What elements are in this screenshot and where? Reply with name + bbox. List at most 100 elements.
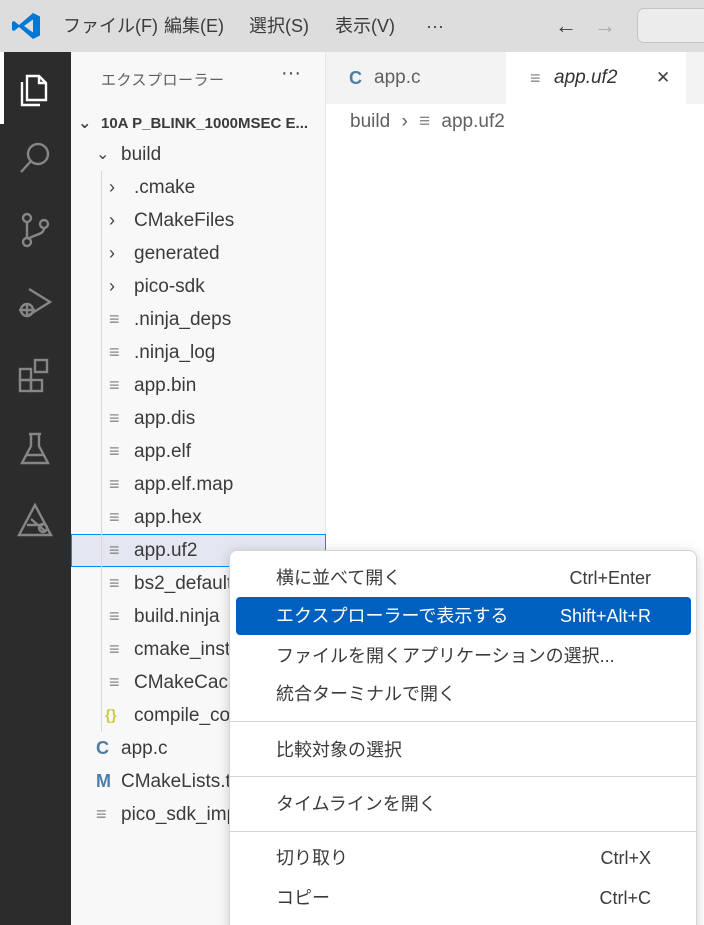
extensions-icon[interactable] <box>13 352 57 396</box>
search-icon[interactable] <box>13 136 57 180</box>
chevron-down-icon: ⌄ <box>96 146 110 163</box>
context-menu-shortcut: Ctrl+X <box>600 848 651 868</box>
testing-icon[interactable] <box>13 426 57 470</box>
tree-item[interactable]: ≡ .ninja_log <box>71 336 326 369</box>
context-menu-item[interactable]: 比較対象の選択 <box>236 731 691 769</box>
context-menu-item[interactable]: ファイルを開くアプリケーションの選択... <box>236 637 691 675</box>
tree-item-label: build.ninja <box>134 606 220 627</box>
file-icon: ≡ <box>109 540 120 560</box>
c-file-icon: C <box>96 738 109 758</box>
tree-item-label: compile_co <box>134 705 231 726</box>
context-menu-item-label: 統合ターミナルで開く <box>276 684 456 704</box>
breadcrumb-file[interactable]: app.uf2 <box>441 111 504 132</box>
context-menu-separator <box>230 776 696 777</box>
explorer-icon[interactable] <box>13 66 57 110</box>
file-icon: ≡ <box>419 111 431 132</box>
tree-item[interactable]: › generated <box>71 237 326 270</box>
file-icon: ≡ <box>109 342 120 362</box>
tree-item[interactable]: ⌄ build <box>71 138 326 171</box>
file-icon: ≡ <box>96 804 107 824</box>
context-menu-item[interactable]: エクスプローラーで表示する Shift+Alt+R <box>236 597 691 635</box>
file-icon: ≡ <box>109 507 120 527</box>
file-icon: ≡ <box>109 408 120 428</box>
tree-item[interactable]: › CMakeFiles <box>71 204 326 237</box>
tree-item[interactable]: ≡ app.bin <box>71 369 326 402</box>
file-icon: ≡ <box>109 573 120 593</box>
file-icon: ≡ <box>109 606 120 626</box>
tree-item-label: app.uf2 <box>134 540 198 561</box>
tree-item-label: CMakeFiles <box>134 210 235 231</box>
tree-item-label: app.elf.map <box>134 474 234 495</box>
menu-file[interactable]: ファイル(F) <box>63 0 158 52</box>
tree-item[interactable]: ≡ app.elf.map <box>71 468 326 501</box>
c-file-icon: C <box>349 68 362 88</box>
tree-item-label: cmake_insta <box>134 639 241 660</box>
tree-item-label: generated <box>134 243 220 264</box>
tree-item-label: app.c <box>121 738 168 759</box>
tab-label: app.uf2 <box>554 67 618 88</box>
context-menu-item-label: 横に並べて開く <box>276 568 402 588</box>
source-control-icon[interactable] <box>13 208 57 252</box>
context-menu-item-label: 切り取り <box>276 848 348 868</box>
menu-view[interactable]: 表示(V) <box>335 0 395 52</box>
vscode-logo-icon[interactable] <box>10 10 42 42</box>
tab-app-uf2[interactable]: ≡ app.uf2 ✕ <box>506 52 686 104</box>
file-icon: ≡ <box>109 309 120 329</box>
run-debug-icon[interactable] <box>13 280 57 324</box>
chevron-right-icon: › <box>109 243 115 263</box>
chevron-right-icon: › <box>109 177 115 197</box>
tab-label: app.c <box>374 67 421 88</box>
file-icon: ≡ <box>109 375 120 395</box>
tree-item[interactable]: › .cmake <box>71 171 326 204</box>
tree-item-label: app.elf <box>134 441 192 462</box>
context-menu-item-label: コピー <box>276 888 330 908</box>
close-icon[interactable]: ✕ <box>656 52 670 104</box>
tree-item-label: app.hex <box>134 507 202 528</box>
editor-tabs: C app.c ≡ app.uf2 ✕ <box>326 52 704 104</box>
tree-item[interactable]: ≡ .ninja_deps <box>71 303 326 336</box>
workspace-root-label: 10A P_BLINK_1000MSEC E... <box>101 115 309 132</box>
context-menu-item[interactable]: コピー Ctrl+C <box>236 879 691 917</box>
context-menu-item-label: タイムラインを開く <box>276 794 437 814</box>
indent-guide <box>101 171 102 732</box>
breadcrumb-folder[interactable]: build <box>350 111 390 132</box>
tree-item-label: .cmake <box>134 177 196 198</box>
explorer-more-button[interactable]: ··· <box>281 62 301 85</box>
tab-app-c[interactable]: C app.c <box>326 52 506 104</box>
chevron-right-icon: › <box>109 210 115 230</box>
forward-arrow-icon[interactable]: → <box>594 12 616 40</box>
workspace-root[interactable]: ⌄ 10A P_BLINK_1000MSEC E... <box>71 107 326 140</box>
menu-selection[interactable]: 選択(S) <box>249 0 309 52</box>
raspberry-pi-pico-icon[interactable] <box>13 498 57 542</box>
context-menu: 横に並べて開く Ctrl+Enter エクスプローラーで表示する Shift+Alt+… <box>229 550 697 925</box>
tree-item-label: app.bin <box>134 375 197 396</box>
tree-item-label: app.dis <box>134 408 196 429</box>
context-menu-shortcut: Ctrl+C <box>599 888 651 908</box>
context-menu-item[interactable]: タイムラインを開く <box>236 785 691 823</box>
chevron-right-icon: › <box>109 276 115 296</box>
tree-item[interactable]: ≡ app.hex <box>71 501 326 534</box>
context-menu-item[interactable]: 統合ターミナルで開く <box>236 675 691 713</box>
tree-item-label: pico-sdk <box>134 276 205 297</box>
file-icon: ≡ <box>109 474 120 494</box>
tree-item-label: pico_sdk_imp <box>121 804 238 825</box>
json-file-icon: {} <box>105 707 117 724</box>
file-icon: ≡ <box>530 68 541 88</box>
context-menu-shortcut: Shift+Alt+R <box>559 606 651 626</box>
file-icon: ≡ <box>109 441 120 461</box>
context-menu-separator <box>230 831 696 832</box>
explorer-title: エクスプローラー <box>101 72 225 89</box>
context-menu-item[interactable]: 横に並べて開く Ctrl+Enter <box>236 559 691 597</box>
menu-more-button[interactable]: ··· <box>426 0 444 52</box>
tree-item-label: .ninja_deps <box>134 309 232 330</box>
context-menu-item-label: ファイルを開くアプリケーションの選択... <box>276 646 615 666</box>
file-icon: ≡ <box>109 639 120 659</box>
tree-item[interactable]: ≡ app.dis <box>71 402 326 435</box>
menu-edit[interactable]: 編集(E) <box>164 0 224 52</box>
tree-item[interactable]: ≡ app.elf <box>71 435 326 468</box>
command-center-search[interactable] <box>637 8 704 43</box>
context-menu-item[interactable]: 切り取り Ctrl+X <box>236 839 691 877</box>
back-arrow-icon[interactable]: ← <box>555 12 577 40</box>
tree-item[interactable]: › pico-sdk <box>71 270 326 303</box>
context-menu-item-label: 比較対象の選択 <box>276 740 402 760</box>
